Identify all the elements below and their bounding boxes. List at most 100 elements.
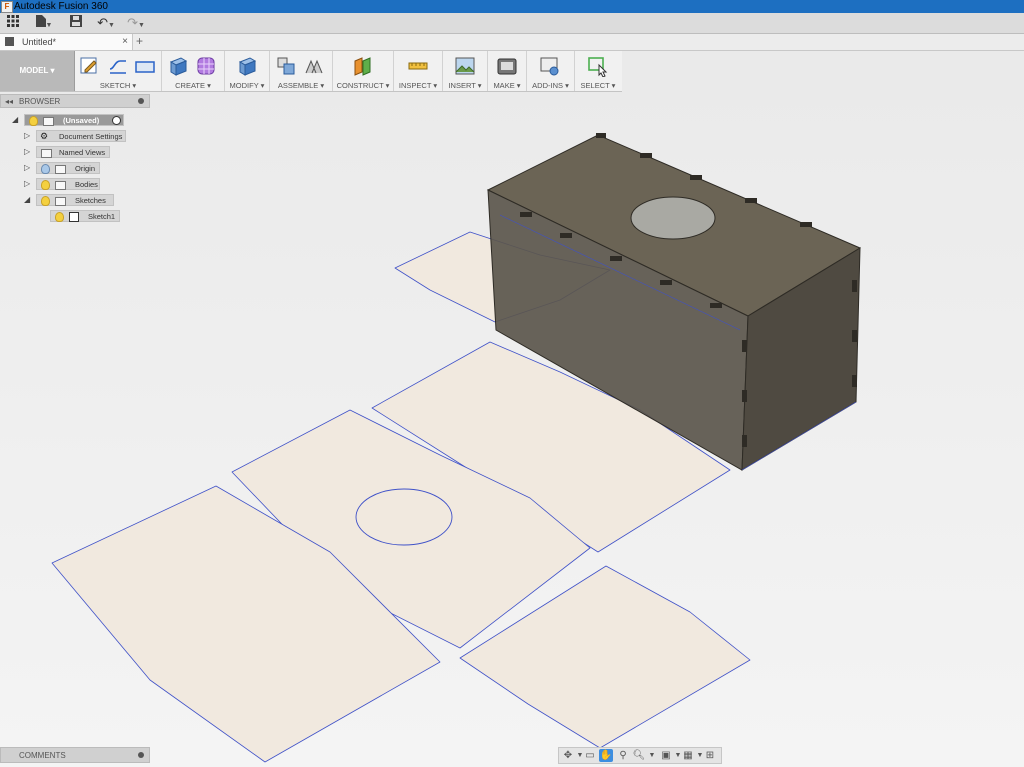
- create-sketch-icon: [80, 57, 97, 74]
- visibility-bulb-icon[interactable]: [41, 196, 50, 206]
- collapse-icon[interactable]: ◢: [24, 194, 34, 206]
- viewports-icon[interactable]: ⊞: [703, 749, 717, 762]
- tab-label: Untitled*: [22, 37, 57, 47]
- document-tab-bar: Untitled* × +: [0, 34, 1024, 51]
- expand-icon[interactable]: ▷: [24, 146, 34, 158]
- redo-icon: ↷: [127, 15, 138, 30]
- browser-title: BROWSER: [19, 97, 61, 106]
- offset-plane-icon: [354, 57, 371, 76]
- gear-icon: ⚙: [40, 131, 49, 141]
- visibility-bulb-icon[interactable]: [41, 180, 50, 190]
- assemble-group-label: ASSEMBLE ▾: [277, 81, 325, 90]
- undo-icon: ↶: [97, 15, 108, 30]
- box-hole: [630, 196, 716, 240]
- save-icon: [70, 15, 82, 27]
- tree-item-label: Sketches: [75, 196, 106, 205]
- tree-item-named-views[interactable]: Named Views: [36, 146, 110, 158]
- form-icon: [197, 57, 215, 75]
- look-at-icon[interactable]: ▭: [583, 749, 597, 762]
- sketch-group[interactable]: SKETCH ▾: [75, 51, 162, 91]
- window-title: Autodesk Fusion 360: [14, 1, 108, 12]
- press-pull-icon: [238, 57, 257, 76]
- zoom-icon[interactable]: ⚲: [616, 749, 630, 762]
- expand-icon[interactable]: ▷: [24, 178, 34, 190]
- quick-access-toolbar: ▼ ↶▼ ↷▼: [0, 13, 1024, 34]
- activate-radio-icon[interactable]: [112, 116, 121, 125]
- insert-group[interactable]: INSERT ▾: [443, 51, 488, 91]
- tab-untitled[interactable]: Untitled* ×: [0, 34, 133, 50]
- zoom-dropdown-icon[interactable]: ▼: [645, 749, 659, 762]
- save-button[interactable]: [68, 15, 84, 31]
- tree-item-label: Named Views: [59, 148, 106, 157]
- expand-icon[interactable]: ▷: [24, 130, 34, 142]
- insert-group-label: INSERT ▾: [448, 81, 482, 90]
- sketch-rectangle-icon: [135, 61, 155, 73]
- component-icon: [43, 117, 54, 126]
- file-icon: [35, 15, 46, 27]
- browser-tree: ◢ (Unsaved) ▷ ⚙ Document Settings ▷ Name…: [0, 112, 150, 224]
- tree-item-document-settings[interactable]: ⚙ Document Settings: [36, 130, 126, 142]
- add-ins-group[interactable]: ADD-INS ▾: [527, 51, 575, 91]
- document-cube-icon: [5, 37, 14, 46]
- undo-button[interactable]: ↶▼: [94, 15, 118, 31]
- extrude-icon: [169, 57, 188, 76]
- visibility-bulb-icon[interactable]: [55, 212, 64, 222]
- inspect-group-label: INSPECT ▾: [398, 81, 438, 90]
- canvas-viewport[interactable]: [0, 0, 1024, 767]
- comments-pin-icon[interactable]: [138, 752, 144, 758]
- browser-pin-icon[interactable]: [138, 98, 144, 104]
- inspect-group[interactable]: INSPECT ▾: [394, 51, 443, 91]
- visibility-bulb-icon[interactable]: [41, 164, 50, 174]
- modify-group[interactable]: MODIFY ▾: [225, 51, 270, 91]
- tree-item-sketches[interactable]: Sketches: [36, 194, 114, 206]
- joint-icon: [305, 59, 323, 74]
- sketch-line-icon: [109, 60, 126, 74]
- select-group[interactable]: SELECT ▾: [575, 51, 621, 91]
- add-ins-group-label: ADD-INS ▾: [532, 81, 569, 90]
- select-group-label: SELECT ▾: [580, 81, 616, 90]
- redo-button[interactable]: ↷▼: [124, 15, 148, 31]
- folder-icon: [55, 165, 66, 174]
- expand-root-icon[interactable]: ◢: [12, 114, 22, 126]
- collapse-browser-icon[interactable]: ◂◂: [5, 95, 13, 108]
- tree-root-unsaved[interactable]: (Unsaved): [24, 114, 124, 126]
- workspace-switcher-button[interactable]: MODEL ▾: [0, 51, 75, 91]
- assemble-group[interactable]: ASSEMBLE ▾: [270, 51, 333, 91]
- root-label: (Unsaved): [63, 116, 100, 125]
- sketch-icon: [69, 212, 79, 222]
- app-grid-icon[interactable]: [5, 15, 21, 31]
- visibility-bulb-icon[interactable]: [29, 116, 38, 126]
- tree-item-sketch1[interactable]: Sketch1: [50, 210, 120, 222]
- fit-icon[interactable]: 🔍︎: [632, 749, 646, 762]
- comments-title: COMMENTS: [19, 751, 66, 760]
- sketch-group-label: SKETCH ▾: [99, 81, 137, 90]
- construct-group-label: CONSTRUCT ▾: [336, 81, 390, 90]
- main-toolbar: MODEL ▾ SKETCH ▾ CREATE ▾ MODIFY ▾ ASSEM…: [0, 51, 622, 92]
- browser-panel-header[interactable]: ◂◂ BROWSER: [0, 94, 150, 108]
- tree-item-label: Origin: [75, 164, 96, 173]
- folder-icon: [55, 181, 66, 190]
- create-group-label: CREATE ▾: [175, 81, 211, 90]
- select-arrow-icon: [588, 57, 608, 77]
- tree-item-origin[interactable]: Origin: [36, 162, 100, 174]
- close-tab-icon[interactable]: ×: [122, 34, 128, 50]
- tree-item-label: Document Settings: [59, 132, 123, 141]
- navigation-bar: ✥ ▼ ▭ ✋ ⚲ 🔍︎ ▼ ▣ ▼ ▦ ▼ ⊞: [558, 747, 722, 764]
- file-menu-button[interactable]: ▼: [34, 15, 54, 31]
- folder-icon: [55, 197, 66, 206]
- pan-icon[interactable]: ✋: [599, 749, 613, 762]
- tree-item-bodies[interactable]: Bodies: [36, 178, 100, 190]
- modify-group-label: MODIFY ▾: [229, 81, 265, 90]
- 3d-print-icon: [497, 58, 517, 75]
- construct-group[interactable]: CONSTRUCT ▾: [333, 51, 394, 91]
- make-group[interactable]: MAKE ▾: [488, 51, 527, 91]
- expand-icon[interactable]: ▷: [24, 162, 34, 174]
- tree-item-label: Bodies: [75, 180, 98, 189]
- create-group[interactable]: CREATE ▾: [162, 51, 225, 91]
- folder-icon: [41, 149, 52, 158]
- tree-item-label: Sketch1: [88, 212, 116, 221]
- new-tab-button[interactable]: +: [136, 34, 148, 50]
- title-bar: F Autodesk Fusion 360: [0, 0, 1024, 13]
- scripts-addins-icon: [540, 57, 559, 76]
- comments-panel-header[interactable]: COMMENTS: [0, 747, 150, 763]
